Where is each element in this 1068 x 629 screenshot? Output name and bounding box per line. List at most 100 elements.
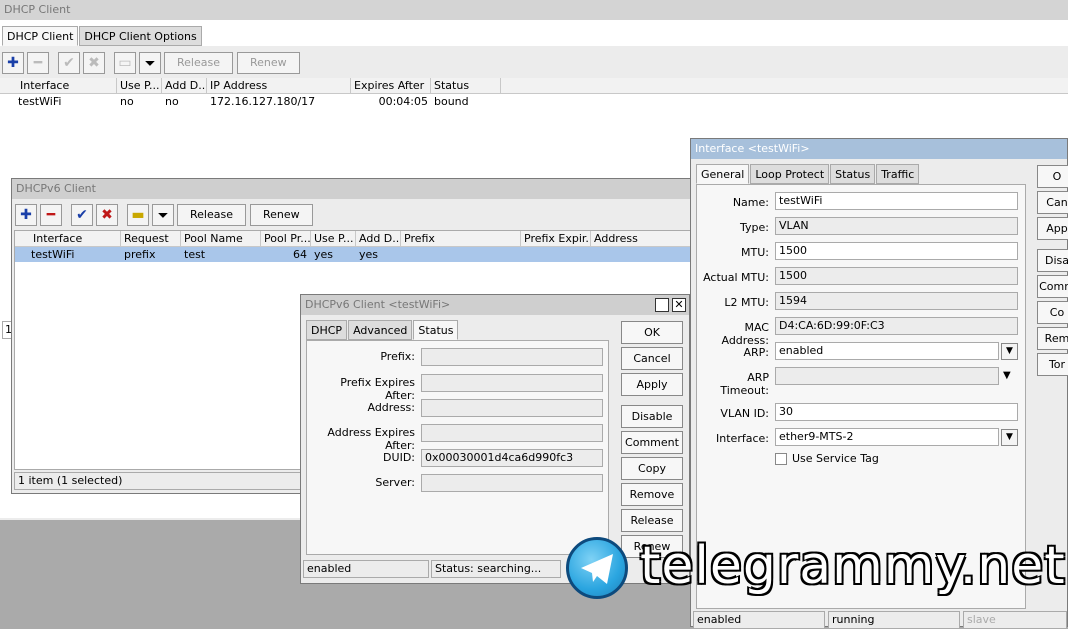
duid-field: 0x00030001d4ca6d990fc3 [421,449,603,467]
enable-icon[interactable]: ✔ [58,52,80,74]
dhcpv6-dialog-status-searching: Status: searching... [431,560,561,578]
interface-dialog-title: Interface <testWiFi> [691,139,1067,159]
tab-status[interactable]: Status [830,164,876,184]
arp-select[interactable]: enabled [775,342,999,360]
address-expires-label: Address Expires After: [327,426,415,452]
remove-icon[interactable]: ━ [27,52,49,74]
col-interface[interactable]: Interface [15,231,121,246]
col-request[interactable]: Request [121,231,181,246]
col-add-default[interactable]: Add D... [162,78,207,93]
telegram-logo-icon [566,537,628,599]
disable-button[interactable]: Disable [621,405,683,428]
tab-general[interactable]: General [696,164,750,184]
filter-icon[interactable]: ⏷ [152,204,174,226]
col-prefix-expires[interactable]: Prefix Expir... [521,231,591,246]
col-pool-prefix[interactable]: Pool Pr... [261,231,311,246]
ok-button[interactable]: OK [621,321,683,344]
filter-icon[interactable]: ⏷ [139,52,161,74]
actual-mtu-field: 1500 [775,267,1018,285]
renew-button[interactable]: Renew [236,52,300,74]
server-label: Server: [375,476,415,489]
address-expires-field [421,424,603,442]
col-use-peer[interactable]: Use P... [117,78,162,93]
ok-button[interactable]: O [1037,165,1068,188]
table-header: Interface Request Pool Name Pool Pr... U… [15,231,697,247]
address-field [421,399,603,417]
table-row[interactable]: testWiFi no no 172.16.127.180/17 00:04:0… [0,94,1068,109]
dhcp-client-tabs: DHCP Client DHCP Client Options [2,26,203,46]
l2mtu-label: L2 MTU: [724,296,769,309]
arp-timeout-field[interactable] [775,367,999,385]
cancel-button[interactable]: Cancel [621,347,683,370]
col-prefix[interactable]: Prefix [401,231,521,246]
col-use-peer[interactable]: Use P... [311,231,356,246]
actual-mtu-label: Actual MTU: [703,271,769,284]
comment-button[interactable]: Comm [1037,275,1068,298]
arp-timeout-expand-icon[interactable]: ▼ [1003,370,1011,381]
tab-dhcp[interactable]: DHCP [306,320,348,340]
tab-advanced[interactable]: Advanced [348,320,413,340]
torch-button[interactable]: Tor [1037,353,1068,376]
interface-select[interactable]: ether9-MTS-2 [775,428,999,446]
prefix-expires-label: Prefix Expires After: [340,376,415,402]
use-service-tag-label: Use Service Tag [792,452,879,465]
disable-icon[interactable]: ✖ [96,204,118,226]
col-interface[interactable]: Interface [0,78,117,93]
tab-dhcp-client[interactable]: DHCP Client [2,26,79,46]
arp-dropdown-icon[interactable]: ▼ [1001,343,1018,360]
dhcp-client-title: DHCP Client [0,0,1068,20]
col-add-default[interactable]: Add D... [356,231,401,246]
interface-status-running: running [828,611,960,629]
renew-button[interactable]: Renew [249,204,313,226]
add-icon[interactable]: ✚ [2,52,24,74]
tab-status[interactable]: Status [413,320,459,340]
release-button[interactable]: Release [164,52,233,74]
col-status[interactable]: Status [431,78,501,93]
name-field[interactable]: testWiFi [775,192,1018,210]
add-icon[interactable]: ✚ [15,204,37,226]
maximize-icon[interactable] [655,298,669,312]
release-button[interactable]: Release [621,509,683,532]
tab-dhcp-client-options[interactable]: DHCP Client Options [79,26,202,46]
col-address[interactable]: Address [591,231,696,246]
col-ip[interactable]: IP Address [207,78,351,93]
use-service-tag-checkbox[interactable] [775,453,787,465]
apply-button[interactable]: App [1037,217,1068,240]
vlan-id-field[interactable]: 30 [775,403,1018,421]
dhcpv6-client-dialog: DHCPv6 Client <testWiFi> ✕ DHCP Advanced… [300,294,690,584]
interface-tabs: General Loop Protect Status Traffic [696,164,920,184]
copy-button[interactable]: Co [1037,301,1068,324]
table-row[interactable]: testWiFi prefix test 64 yes yes [15,247,697,262]
col-expires[interactable]: Expires After [351,78,431,93]
mtu-label: MTU: [741,246,769,259]
cancel-button[interactable]: Can [1037,191,1068,214]
name-label: Name: [732,196,769,209]
tab-loop-protect[interactable]: Loop Protect [750,164,830,184]
disable-button[interactable]: Disa [1037,249,1068,272]
tab-traffic[interactable]: Traffic [876,164,920,184]
interface-status-enabled: enabled [693,611,825,629]
release-button[interactable]: Release [177,204,246,226]
dhcpv6-title: DHCPv6 Client [12,179,700,199]
col-pool-name[interactable]: Pool Name [181,231,261,246]
disable-icon[interactable]: ✖ [83,52,105,74]
comment-button[interactable]: Comment [621,431,683,454]
enable-icon[interactable]: ✔ [71,204,93,226]
address-label: Address: [367,401,415,414]
mtu-field[interactable]: 1500 [775,242,1018,260]
apply-button[interactable]: Apply [621,373,683,396]
prefix-field [421,348,603,366]
remove-button[interactable]: Remove [621,483,683,506]
remove-icon[interactable]: ━ [40,204,62,226]
dhcpv6-toolbar: ✚ ━ ✔ ✖ ▬ ⏷ Release Renew [15,204,317,226]
interface-status-slave: slave [963,611,1067,629]
comment-icon[interactable]: ▭ [114,52,136,74]
remove-button[interactable]: Rem [1037,327,1068,350]
comment-icon[interactable]: ▬ [127,204,149,226]
interface-dropdown-icon[interactable]: ▼ [1001,429,1018,446]
copy-button[interactable]: Copy [621,457,683,480]
table-header: Interface Use P... Add D... IP Address E… [0,78,1068,94]
mac-label: MAC Address: [721,321,769,347]
duid-label: DUID: [383,451,415,464]
close-icon[interactable]: ✕ [672,298,686,312]
